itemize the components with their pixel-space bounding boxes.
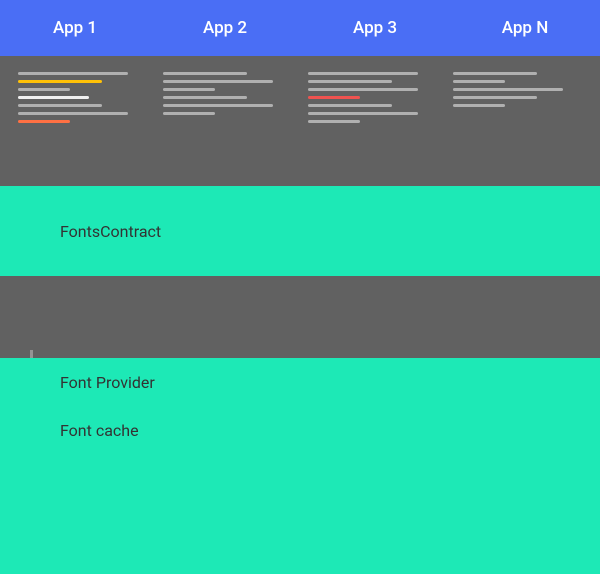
font-cache-label: Font cache	[0, 421, 139, 440]
line-3	[18, 88, 70, 91]
tab-app2[interactable]: App 2	[150, 0, 300, 56]
tab-appn[interactable]: App N	[450, 0, 600, 56]
line-4	[308, 96, 360, 99]
font-provider-block: Font Provider	[0, 358, 600, 406]
line-3	[308, 88, 418, 91]
line-2	[308, 80, 392, 83]
line-4	[163, 96, 247, 99]
line-5	[18, 104, 102, 107]
line-5	[163, 104, 273, 107]
font-provider-label: Font Provider	[0, 373, 155, 392]
app-columns	[10, 66, 590, 176]
connector-bottom	[30, 350, 33, 358]
line-2	[163, 80, 273, 83]
top-bar: App 1 App 2 App 3 App N	[0, 0, 600, 56]
appn-col	[445, 66, 590, 176]
app2-col	[155, 66, 300, 176]
line-5	[453, 104, 505, 107]
line-3	[453, 88, 563, 91]
line-6	[163, 112, 215, 115]
line-6	[18, 112, 128, 115]
app-processes-block	[0, 56, 600, 186]
fonts-contract-label: FontsContract	[0, 222, 161, 241]
line-3	[163, 88, 215, 91]
line-7	[18, 120, 70, 123]
line-4	[453, 96, 537, 99]
line-1	[453, 72, 537, 75]
app1-col	[10, 66, 155, 176]
line-7	[308, 120, 360, 123]
app3-col	[300, 66, 445, 176]
tab-app1[interactable]: App 1	[0, 0, 150, 56]
line-2	[453, 80, 505, 83]
fonts-contract-block: FontsContract	[0, 186, 600, 276]
diagram-area: FontsContract Font Provider	[0, 56, 600, 574]
font-cache-block: Font cache	[0, 406, 600, 454]
line-1	[163, 72, 247, 75]
bottom-teal-block	[0, 454, 600, 574]
middle-dark-block	[0, 276, 600, 358]
line-1	[18, 72, 128, 75]
line-1	[308, 72, 418, 75]
line-2	[18, 80, 102, 83]
tab-app3[interactable]: App 3	[300, 0, 450, 56]
line-5	[308, 104, 392, 107]
line-4	[18, 96, 89, 99]
line-6	[308, 112, 418, 115]
